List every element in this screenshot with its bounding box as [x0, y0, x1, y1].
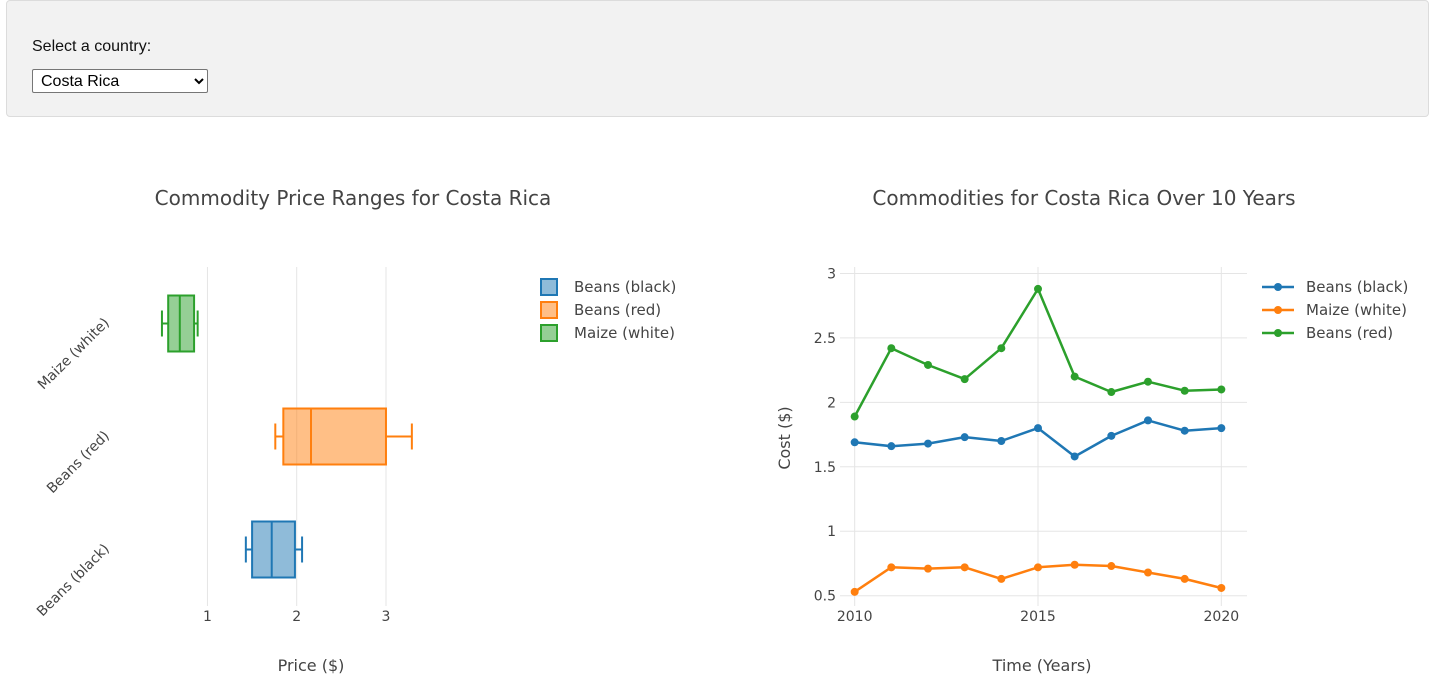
legend-label-beans-red: Beans (red): [574, 301, 661, 319]
line-data-point: [960, 563, 969, 572]
line-data-point: [1070, 560, 1079, 569]
line-data-point: [1034, 284, 1042, 293]
country-selector-panel: Select a country: Costa Rica: [6, 0, 1429, 117]
line-data-point: [887, 344, 896, 353]
legend-label-beans-black: Beans (black): [574, 278, 676, 296]
line-x-tick-label: 2020: [1204, 609, 1240, 625]
line-data-point: [850, 587, 859, 596]
line-data-point: [924, 564, 932, 573]
line-data-point: [1107, 431, 1116, 440]
line-data-point: [1034, 424, 1042, 433]
box-iqr-rect: [251, 520, 296, 579]
box-y-category-label: Maize (white): [35, 315, 113, 393]
line-x-tick-label: 2010: [837, 609, 873, 625]
legend-swatch-maize-white: [540, 324, 558, 342]
line-data-point: [1070, 452, 1079, 461]
line-data-point: [1217, 583, 1226, 592]
price-range-box-chart: Commodity Price Ranges for Costa Rica Pr…: [34, 186, 676, 675]
line-data-point: [1180, 426, 1189, 435]
line-chart-xlabel: Time (Years): [992, 656, 1092, 675]
legend-label-maize-white: Maize (white): [1306, 301, 1407, 319]
legend-marker-maize-white: [1274, 306, 1282, 314]
line-data-point: [1217, 385, 1226, 394]
line-data-point: [1070, 372, 1079, 381]
box-x-tick-label: 3: [382, 609, 391, 625]
line-data-point: [997, 437, 1006, 446]
legend-label-maize-white: Maize (white): [574, 324, 675, 342]
box-chart-xlabel: Price ($): [278, 656, 345, 675]
line-data-point: [1034, 563, 1042, 572]
line-data-point: [887, 563, 896, 572]
commodity-line-chart: Commodities for Costa Rica Over 10 Years…: [775, 186, 1408, 675]
line-data-point: [924, 360, 932, 369]
line-data-point: [1217, 424, 1226, 433]
box-y-category-label: Beans (black): [34, 541, 113, 620]
line-data-point: [850, 412, 859, 421]
legend-swatch-beans-black: [540, 278, 558, 296]
box-chart-title: Commodity Price Ranges for Costa Rica: [155, 186, 552, 210]
line-data-point: [850, 438, 859, 447]
country-select[interactable]: Costa Rica: [32, 69, 208, 93]
box-iqr-rect: [167, 294, 196, 353]
line-data-point: [1144, 568, 1152, 577]
line-y-tick-label: 2: [827, 395, 836, 411]
line-data-point: [1180, 386, 1189, 395]
line-data-point: [887, 442, 896, 451]
line-chart-title: Commodities for Costa Rica Over 10 Years: [872, 186, 1295, 210]
line-y-tick-label: 2.5: [814, 331, 836, 347]
box-x-tick-label: 2: [292, 609, 301, 625]
line-data-point: [960, 375, 969, 384]
box-plot-maize-white: [160, 294, 199, 353]
legend-marker-beans-red: [1274, 329, 1282, 337]
box-plot-beans-black: [244, 520, 304, 579]
box-y-category-label: Beans (red): [44, 428, 113, 497]
line-data-point: [997, 344, 1006, 353]
line-data-point: [960, 433, 969, 442]
legend-label-beans-red: Beans (red): [1306, 324, 1393, 342]
line-data-point: [1107, 388, 1116, 397]
box-x-tick-label: 1: [203, 609, 212, 625]
line-chart-ylabel: Cost ($): [775, 406, 794, 469]
legend-swatch-beans-red: [540, 301, 558, 319]
legend-label-beans-black: Beans (black): [1306, 278, 1408, 296]
legend-marker-beans-black: [1274, 283, 1282, 291]
line-data-point: [1180, 574, 1189, 583]
line-y-tick-label: 0.5: [814, 589, 836, 605]
line-y-tick-label: 1.5: [814, 460, 836, 476]
line-y-tick-label: 3: [827, 266, 836, 282]
box-plot-beans-red: [274, 407, 413, 466]
line-data-point: [1107, 562, 1116, 571]
line-y-tick-label: 1: [827, 524, 836, 540]
line-data-point: [1144, 416, 1152, 425]
line-data-point: [1144, 377, 1152, 386]
line-data-point: [997, 574, 1006, 583]
box-iqr-rect: [282, 407, 387, 466]
line-x-tick-label: 2015: [1020, 609, 1056, 625]
country-selector-label: Select a country:: [32, 38, 152, 55]
line-data-point: [924, 439, 932, 448]
